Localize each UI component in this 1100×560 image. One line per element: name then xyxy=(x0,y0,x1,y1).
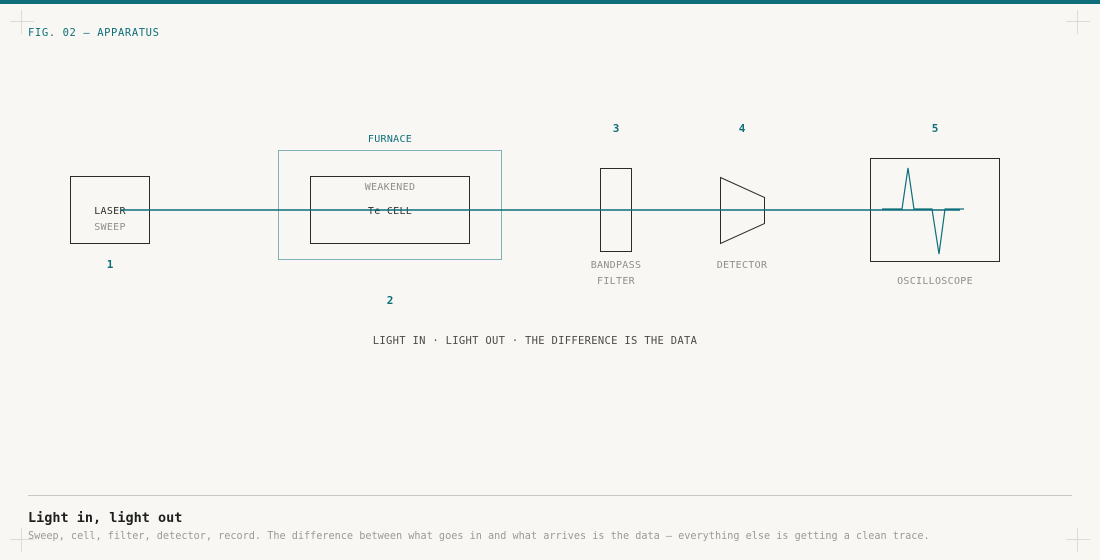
filter-label-bandpass: BANDPASS xyxy=(591,260,642,271)
caption-title: Light in, light out xyxy=(28,510,183,526)
cell-label-weakened: WEAKENED xyxy=(365,182,416,193)
furnace: FURNACE WEAKENED Te CELL 2 xyxy=(278,134,502,307)
filter-number: 3 xyxy=(613,122,620,135)
oscilloscope-trace xyxy=(882,167,964,255)
diagram-tagline: LIGHT IN · LIGHT OUT · THE DIFFERENCE IS… xyxy=(373,335,698,347)
detector-label: DETECTOR xyxy=(717,260,768,271)
laser-sweep: LASER SWEEP 1 xyxy=(70,176,150,271)
laser-label: LASER xyxy=(94,206,126,217)
caption-body: Sweep, cell, filter, detector, record. T… xyxy=(28,531,930,542)
cell-label-te-cell: Te CELL xyxy=(368,206,412,217)
oscilloscope: 5 OSCILLOSCOPE xyxy=(870,122,1000,287)
caption-divider xyxy=(28,495,1072,496)
furnace-number: 2 xyxy=(387,294,394,307)
laser-number: 1 xyxy=(107,258,114,271)
apparatus-diagram: LASER SWEEP 1 FURNACE WEAKENED Te CELL 2… xyxy=(70,122,1000,347)
filter-label-filter: FILTER xyxy=(597,276,636,287)
furnace-label: FURNACE xyxy=(368,134,412,145)
sweep-label: SWEEP xyxy=(94,222,126,233)
oscilloscope-label: OSCILLOSCOPE xyxy=(897,276,973,287)
detector-number: 4 xyxy=(739,122,746,135)
detector: 4 DETECTOR xyxy=(717,122,768,271)
bandpass-filter: 3 BANDPASS FILTER xyxy=(591,122,642,287)
oscilloscope-number: 5 xyxy=(932,122,939,135)
